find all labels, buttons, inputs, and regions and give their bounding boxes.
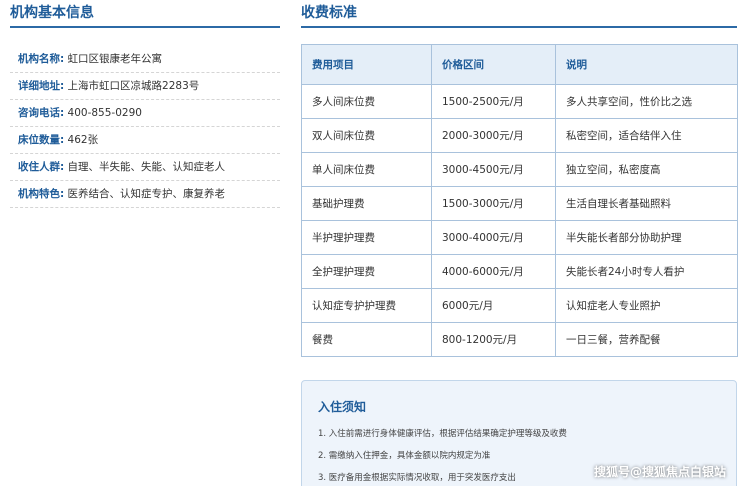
fee-item: 双人间床位费 bbox=[301, 118, 432, 153]
fee-note: 半失能长者部分协助护理 bbox=[555, 220, 738, 255]
fee-table: 费用项目 价格区间 说明 多人间床位费 1500-2500元/月 多人共享空间，性价… bbox=[301, 44, 738, 357]
fee-note: 独立空间，私密度高 bbox=[555, 152, 738, 187]
column-header-item: 费用项目 bbox=[301, 44, 432, 85]
fee-price: 6000元/月 bbox=[431, 288, 556, 323]
table-row: 餐费 800-1200元/月 一日三餐，营养配餐 bbox=[301, 322, 738, 357]
fee-note: 多人共享空间，性价比之选 bbox=[555, 84, 738, 119]
fee-price: 3000-4500元/月 bbox=[431, 152, 556, 187]
fee-note: 失能长者24小时专人看护 bbox=[555, 254, 738, 289]
info-value: 上海市虹口区凉城路2283号 bbox=[67, 80, 200, 92]
info-value: 虹口区银康老年公寓 bbox=[67, 53, 163, 65]
fees-panel: 收费标准 费用项目 价格区间 说明 多人间床位费 1500-2500元/月 多人共享… bbox=[301, 0, 738, 486]
fee-item: 餐费 bbox=[301, 322, 432, 357]
info-label: 详细地址: bbox=[18, 80, 65, 92]
fee-price: 1500-2500元/月 bbox=[431, 84, 556, 119]
table-row: 双人间床位费 2000-3000元/月 私密空间，适合结伴入住 bbox=[301, 118, 738, 153]
info-row-residents: 收住人群: 自理、半失能、失能、认知症老人 bbox=[10, 154, 280, 181]
fee-note: 一日三餐，营养配餐 bbox=[555, 322, 738, 357]
institution-info-title: 机构基本信息 bbox=[10, 5, 94, 21]
fee-item: 半护理护理费 bbox=[301, 220, 432, 255]
info-label: 收住人群: bbox=[18, 161, 65, 173]
fee-item: 单人间床位费 bbox=[301, 152, 432, 187]
institution-info-panel: 机构基本信息 机构名称: 虹口区银康老年公寓 详细地址: 上海市虹口区凉城路22… bbox=[10, 0, 280, 208]
table-row: 半护理护理费 3000-4000元/月 半失能长者部分协助护理 bbox=[301, 220, 738, 255]
fee-note: 私密空间，适合结伴入住 bbox=[555, 118, 738, 153]
fee-item: 全护理护理费 bbox=[301, 254, 432, 289]
title-divider bbox=[10, 26, 280, 28]
notice-title: 入住须知 bbox=[318, 400, 367, 414]
fee-item: 多人间床位费 bbox=[301, 84, 432, 119]
fee-item: 基础护理费 bbox=[301, 186, 432, 221]
column-header-note: 说明 bbox=[555, 44, 738, 85]
info-row-phone: 咨询电话: 400-855-0290 bbox=[10, 100, 280, 127]
notice-item: 1. 入住前需进行身体健康评估，根据评估结果确定护理等级及收费 bbox=[318, 429, 567, 439]
table-row: 多人间床位费 1500-2500元/月 多人共享空间，性价比之选 bbox=[301, 84, 738, 119]
info-row-address: 详细地址: 上海市虹口区凉城路2283号 bbox=[10, 73, 280, 100]
info-value: 462张 bbox=[67, 134, 99, 146]
info-row-features: 机构特色: 医养结合、认知症专护、康复养老 bbox=[10, 181, 280, 208]
info-value: 400-855-0290 bbox=[67, 107, 142, 119]
fees-title: 收费标准 bbox=[301, 5, 357, 21]
fee-price: 3000-4000元/月 bbox=[431, 220, 556, 255]
table-row: 认知症专护护理费 6000元/月 认知症老人专业照护 bbox=[301, 288, 738, 323]
info-row-beds: 床位数量: 462张 bbox=[10, 127, 280, 154]
fee-price: 1500-3000元/月 bbox=[431, 186, 556, 221]
fee-price: 800-1200元/月 bbox=[431, 322, 556, 357]
fee-price: 2000-3000元/月 bbox=[431, 118, 556, 153]
info-row-name: 机构名称: 虹口区银康老年公寓 bbox=[10, 46, 280, 73]
table-row: 单人间床位费 3000-4500元/月 独立空间，私密度高 bbox=[301, 152, 738, 187]
info-label: 机构名称: bbox=[18, 53, 65, 65]
table-header-row: 费用项目 价格区间 说明 bbox=[301, 44, 738, 85]
table-row: 全护理护理费 4000-6000元/月 失能长者24小时专人看护 bbox=[301, 254, 738, 289]
institution-info-list: 机构名称: 虹口区银康老年公寓 详细地址: 上海市虹口区凉城路2283号 咨询电… bbox=[10, 46, 280, 208]
watermark-text: 搜狐号@搜狐焦点白银站 bbox=[593, 465, 726, 479]
fee-note: 生活自理长者基础照料 bbox=[555, 186, 738, 221]
fee-note: 认知症老人专业照护 bbox=[555, 288, 738, 323]
fee-item: 认知症专护护理费 bbox=[301, 288, 432, 323]
column-header-price: 价格区间 bbox=[431, 44, 556, 85]
info-label: 床位数量: bbox=[18, 134, 65, 146]
title-divider bbox=[301, 26, 737, 28]
info-value: 自理、半失能、失能、认知症老人 bbox=[67, 161, 226, 173]
fee-price: 4000-6000元/月 bbox=[431, 254, 556, 289]
info-label: 机构特色: bbox=[18, 188, 65, 200]
table-row: 基础护理费 1500-3000元/月 生活自理长者基础照料 bbox=[301, 186, 738, 221]
info-label: 咨询电话: bbox=[18, 107, 65, 119]
info-value: 医养结合、认知症专护、康复养老 bbox=[67, 188, 226, 200]
